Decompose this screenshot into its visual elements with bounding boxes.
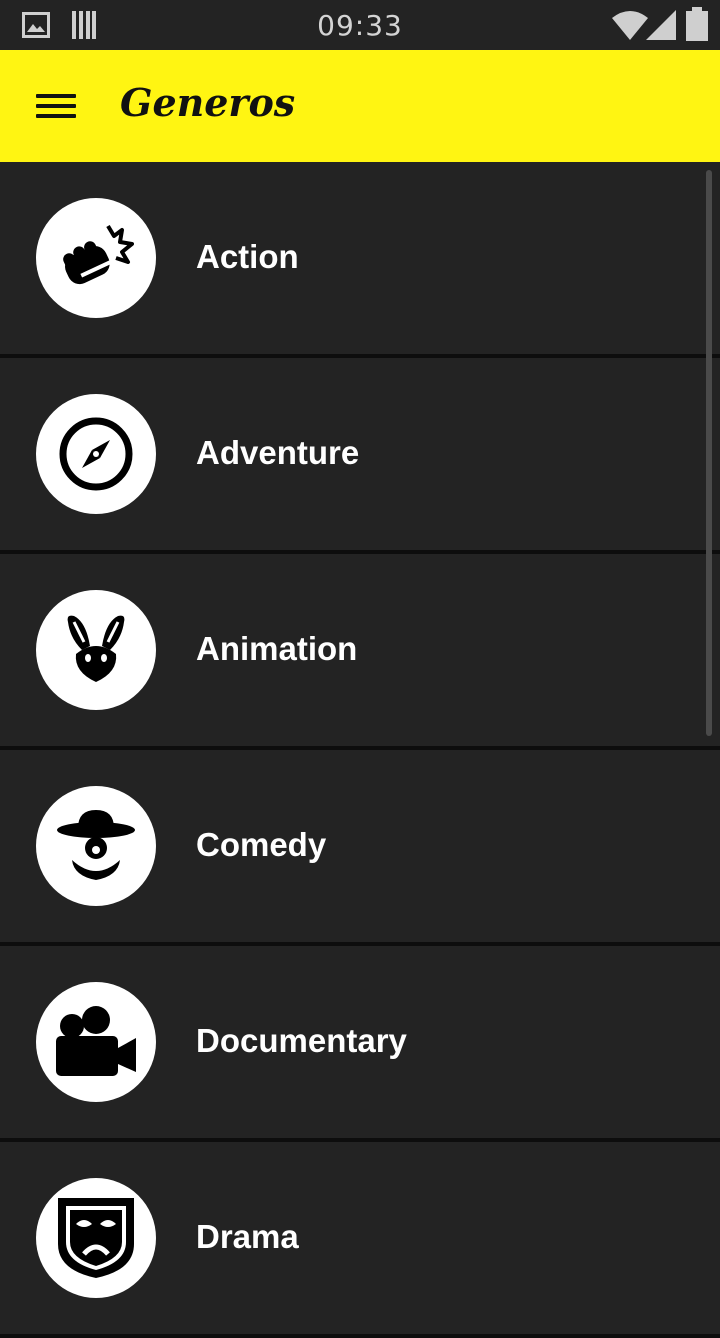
list-item-documentary[interactable]: Documentary <box>0 946 720 1142</box>
list-item-action[interactable]: Action <box>0 162 720 358</box>
avatar <box>36 394 156 514</box>
genre-label: Documentary <box>196 1022 407 1059</box>
status-bar: 09:33 <box>0 0 720 50</box>
list-item-drama[interactable]: Drama <box>0 1142 720 1338</box>
menu-icon-bar <box>36 104 76 108</box>
drama-mask-icon <box>58 1198 134 1278</box>
scrollbar[interactable] <box>706 170 712 736</box>
genre-label: Comedy <box>196 826 327 863</box>
genre-label: Adventure <box>196 434 360 471</box>
avatar <box>36 198 156 318</box>
rabbit-icon <box>67 615 125 682</box>
list-item-adventure[interactable]: Adventure <box>0 358 720 554</box>
genre-list: Action Adventure Animation Comedy Docume… <box>0 162 720 1338</box>
battery-icon <box>686 7 708 41</box>
wifi-icon <box>612 11 648 40</box>
list-item-comedy[interactable]: Comedy <box>0 750 720 946</box>
avatar <box>36 786 156 906</box>
fist-icon <box>63 224 134 285</box>
app-bar: Generos <box>0 50 720 162</box>
avatar <box>36 1178 156 1298</box>
avatar <box>36 982 156 1102</box>
menu-icon-bar <box>36 114 76 118</box>
list-item-animation[interactable]: Animation <box>0 554 720 750</box>
genre-label: Animation <box>196 630 358 667</box>
genre-label: Drama <box>196 1218 299 1255</box>
compass-icon <box>59 417 133 491</box>
page-title: Generos <box>120 80 296 125</box>
genre-label: Action <box>196 238 299 275</box>
cell-signal-icon <box>646 10 676 40</box>
avatar <box>36 590 156 710</box>
menu-button[interactable] <box>24 82 88 130</box>
menu-icon <box>36 94 76 98</box>
clown-icon <box>57 810 135 880</box>
video-camera-icon <box>56 1006 136 1076</box>
